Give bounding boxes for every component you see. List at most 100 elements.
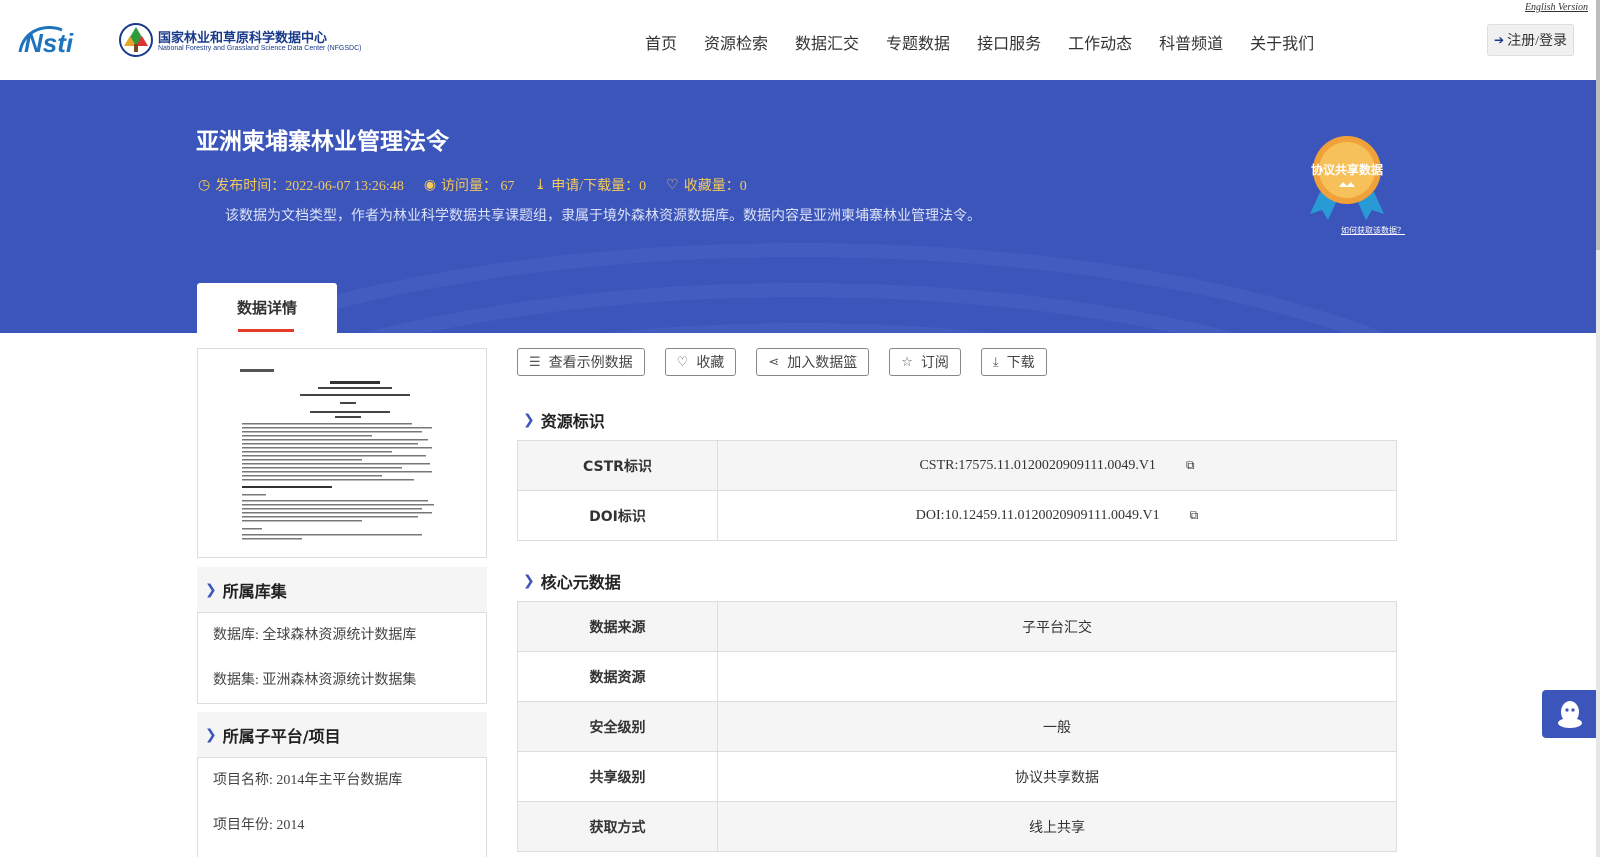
tab-data-details[interactable]: 数据详情 <box>197 283 337 333</box>
tab-data-details-label: 数据详情 <box>236 299 297 317</box>
metadata-value: 线上共享 <box>717 801 1397 852</box>
chevron-right-icon: ❯ <box>523 412 535 428</box>
nav-data-submission[interactable]: 数据汇交 <box>795 30 859 54</box>
action-toolbar: ☰ 查看示例数据 ♡ 收藏 ⋖ 加入数据篮 ☆ 订阅 ⤓ 下载 <box>517 348 1067 376</box>
share-icon: ⋖ <box>768 354 780 370</box>
add-to-basket-button[interactable]: ⋖ 加入数据篮 <box>756 348 870 376</box>
english-version-link[interactable]: English Version <box>1525 2 1588 13</box>
nav-api-service[interactable]: 接口服务 <box>977 30 1041 54</box>
platform-section-header: ❯ 所属子平台/项目 <box>197 712 487 757</box>
svg-text:协议共享数据: 协议共享数据 <box>1311 162 1383 177</box>
table-row: 数据资源 <box>517 651 1397 702</box>
table-row: 安全级别 一般 <box>517 701 1397 752</box>
table-row: DOI标识 DOI:10.12459.11.0120020909111.0049… <box>517 490 1397 541</box>
how-to-get-data-link[interactable]: 如何获取该数据？ <box>1341 225 1405 236</box>
download-icon: ⤓ <box>992 354 999 370</box>
site-header: Nsti 国家林业和草原科学数据中心 National Forestry and… <box>0 0 1596 80</box>
nav-home[interactable]: 首页 <box>645 30 677 54</box>
nav-science-channel[interactable]: 科普频道 <box>1159 30 1223 54</box>
tab-active-underline <box>238 329 294 332</box>
copy-icon[interactable]: ⧉ <box>1186 458 1195 473</box>
cstr-value-cell: CSTR:17575.11.0120020909111.0049.V1 ⧉ <box>717 440 1397 491</box>
login-label: 注册/登录 <box>1507 34 1567 49</box>
nav-topic-data[interactable]: 专题数据 <box>886 30 950 54</box>
platform-list: 项目名称: 2014年主平台数据库 项目年份: 2014 <box>197 757 487 857</box>
nav-about-us[interactable]: 关于我们 <box>1250 30 1314 54</box>
core-metadata-table: 数据来源 子平台汇交 数据资源 安全级别 一般 共享级别 协议共享数据 获取方式… <box>517 601 1397 852</box>
metadata-key: 安全级别 <box>517 701 718 752</box>
platform-item-project-name: 项目名称: 2014年主平台数据库 <box>213 773 403 788</box>
cstr-key: CSTR标识 <box>517 440 718 491</box>
view-count: ◉ 访问量： 67 <box>424 175 515 195</box>
cstr-value: CSTR:17575.11.0120020909111.0049.V1 <box>919 457 1156 473</box>
download-button[interactable]: ⤓ 下载 <box>980 348 1047 376</box>
identifiers-table: CSTR标识 CSTR:17575.11.0120020909111.0049.… <box>517 440 1397 541</box>
metadata-key: 共享级别 <box>517 751 718 802</box>
clock-icon: ◷ <box>198 177 211 193</box>
publish-time-text: 发布时间：2022-06-07 13:26:48 <box>215 179 404 194</box>
heart-icon: ♡ <box>676 354 689 370</box>
chevron-right-icon: ❯ <box>205 726 217 743</box>
download-count-text: 申请/下载量：0 <box>551 179 647 194</box>
nav-resource-search[interactable]: 资源检索 <box>704 30 768 54</box>
core-metadata-section-title: 核心元数据 <box>540 573 621 592</box>
table-row: CSTR标识 CSTR:17575.11.0120020909111.0049.… <box>517 440 1397 491</box>
svg-text:Nsti: Nsti <box>24 28 74 56</box>
dataset-meta: ◷ 发布时间：2022-06-07 13:26:48 ◉ 访问量： 67 ⤓ 申请/下… <box>198 175 767 195</box>
add-to-basket-label: 加入数据篮 <box>787 355 858 371</box>
favorite-button[interactable]: ♡ 收藏 <box>664 348 737 376</box>
metadata-key: 数据资源 <box>517 651 718 702</box>
collection-item-dataset[interactable]: 数据集: 亚洲森林资源统计数据集 <box>198 658 486 703</box>
platform-section-title: 所属子平台/项目 <box>222 726 341 746</box>
star-icon: ☆ <box>901 354 913 370</box>
download-count: ⤓ 申请/下载量：0 <box>535 175 647 195</box>
org-title: 国家林业和草原科学数据中心 <box>158 31 328 46</box>
metadata-value: 子平台汇交 <box>717 601 1397 652</box>
identifiers-section-title: 资源标识 <box>540 412 605 431</box>
collection-list: 数据库: 全球森林资源统计数据库 数据集: 亚洲森林资源统计数据集 <box>197 612 487 704</box>
nav-news[interactable]: 工作动态 <box>1068 30 1132 54</box>
document-thumbnail <box>240 367 444 542</box>
table-row: 数据来源 子平台汇交 <box>517 601 1397 652</box>
heart-icon: ♡ <box>666 177 679 193</box>
nsti-logo[interactable]: Nsti <box>18 22 98 56</box>
publish-time: ◷ 发布时间：2022-06-07 13:26:48 <box>198 175 404 195</box>
table-row: 共享级别 协议共享数据 <box>517 751 1397 802</box>
login-button[interactable]: ➔ 注册/登录 <box>1487 24 1574 56</box>
agreement-share-badge-icon: 协议共享数据 <box>1310 136 1384 220</box>
core-metadata-section-header: ❯ 核心元数据 <box>523 569 621 593</box>
identifiers-section-header: ❯ 资源标识 <box>523 408 605 432</box>
favorite-count: ♡ 收藏量：0 <box>666 175 747 195</box>
qq-chat-button[interactable] <box>1542 690 1596 738</box>
collection-item-database[interactable]: 数据库: 全球森林资源统计数据库 <box>198 613 486 658</box>
doi-key: DOI标识 <box>517 490 718 541</box>
metadata-value <box>717 651 1397 702</box>
view-sample-data-label: 查看示例数据 <box>548 355 633 371</box>
copy-icon[interactable]: ⧉ <box>1190 508 1199 523</box>
collection-section-header: ❯ 所属库集 <box>197 567 487 612</box>
dataset-banner: 亚洲柬埔寨林业管理法令 ◷ 发布时间：2022-06-07 13:26:48 ◉ 访… <box>0 80 1596 333</box>
dataset-description: 该数据为文档类型，作者为林业科学数据共享课题组，隶属于境外森林资源数据库。数据内… <box>225 209 981 224</box>
qq-penguin-icon <box>1558 701 1582 728</box>
scrollbar-thumb[interactable] <box>1596 0 1600 250</box>
view-sample-data-button[interactable]: ☰ 查看示例数据 <box>517 348 645 376</box>
chevron-right-icon: ❯ <box>523 573 535 589</box>
favorite-label: 收藏 <box>696 355 725 371</box>
nfgsdc-logo-icon[interactable] <box>118 22 154 58</box>
page-scrollbar[interactable] <box>1596 0 1600 857</box>
download-label: 下载 <box>1006 355 1035 371</box>
chevron-right-icon: ❯ <box>205 581 217 598</box>
document-preview[interactable] <box>197 348 487 558</box>
metadata-key: 数据来源 <box>517 601 718 652</box>
favorite-count-text: 收藏量：0 <box>683 179 747 194</box>
collection-section-title: 所属库集 <box>222 581 287 601</box>
download-icon: ⤓ <box>534 177 547 193</box>
metadata-key: 获取方式 <box>517 801 718 852</box>
subscribe-label: 订阅 <box>920 355 949 371</box>
metadata-value: 协议共享数据 <box>717 751 1397 802</box>
metadata-value: 一般 <box>717 701 1397 752</box>
doi-value: DOI:10.12459.11.0120020909111.0049.V1 <box>915 507 1160 523</box>
subscribe-button[interactable]: ☆ 订阅 <box>889 348 961 376</box>
org-subtitle: National Forestry and Grassland Science … <box>158 45 362 52</box>
sign-in-icon: ➔ <box>1494 32 1505 47</box>
